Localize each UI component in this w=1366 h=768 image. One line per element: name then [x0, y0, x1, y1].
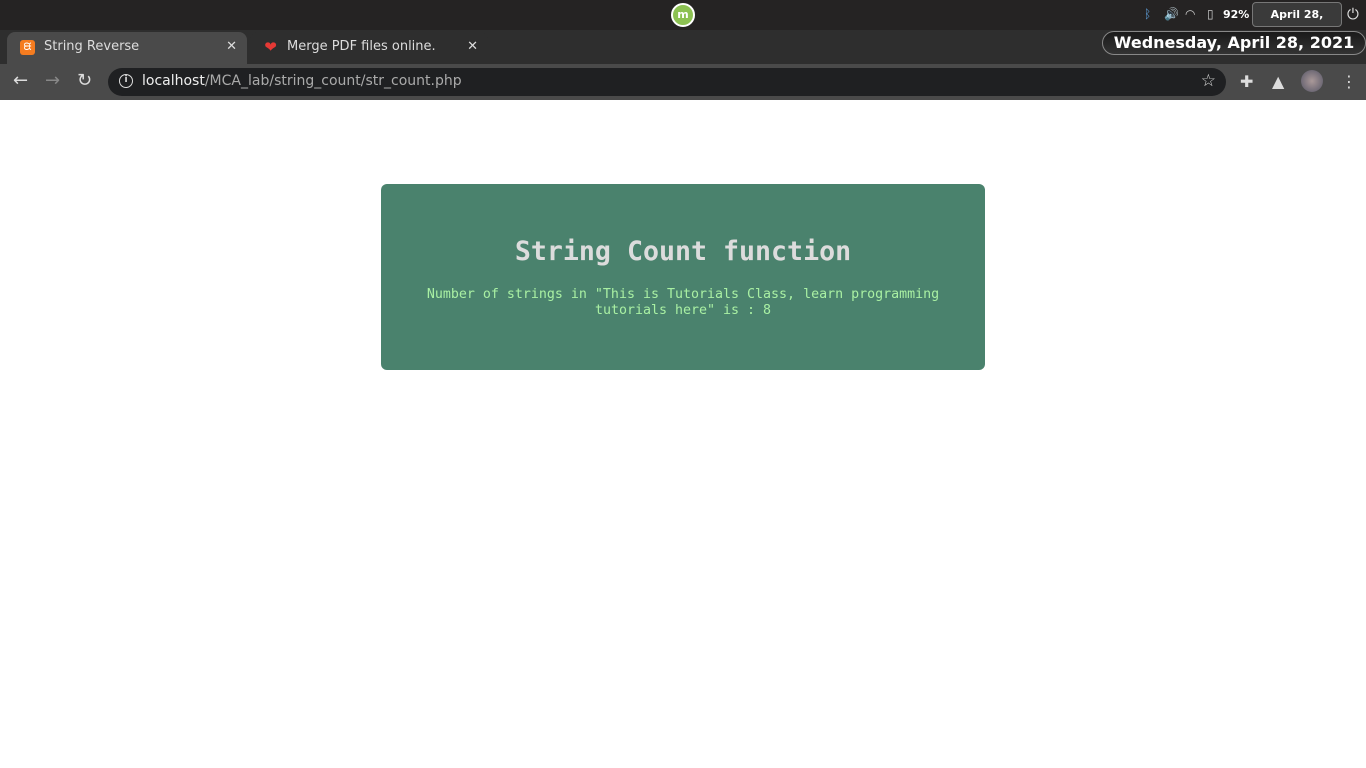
back-icon[interactable]: ← [13, 70, 28, 91]
tab-merge-pdf[interactable]: ❤ Merge PDF files online. ✕ [250, 32, 488, 64]
profile-avatar[interactable] [1301, 70, 1323, 92]
page-title: String Count function [514, 236, 852, 267]
volume-icon[interactable]: 🔊 [1164, 7, 1179, 21]
info-icon[interactable]: i [119, 74, 133, 88]
tab-string-reverse[interactable]: ᙙ String Reverse ✕ [7, 32, 247, 64]
tab-title: Merge PDF files online. [287, 39, 436, 54]
battery-percent: 92% [1223, 8, 1250, 21]
xampp-icon: ᙙ [20, 40, 35, 55]
url-text[interactable]: localhost/MCA_lab/string_count/str_count… [142, 73, 462, 89]
address-bar[interactable]: i localhost/MCA_lab/string_count/str_cou… [108, 68, 1226, 96]
bluetooth-icon[interactable]: ᛒ [1144, 7, 1151, 21]
power-icon[interactable]: ⏻ [1347, 5, 1359, 23]
close-tab-icon[interactable]: ✕ [226, 32, 237, 62]
tab-title: String Reverse [44, 39, 140, 54]
wifi-icon[interactable]: ◠ [1185, 7, 1195, 21]
result-card: String Count function Number of strings … [381, 184, 985, 370]
system-panel: m ᛒ 🔊 ◠ ▯ 92% April 28, 22:45 ⏻ [0, 0, 1366, 44]
date-desklet: Wednesday, April 28, 2021 [1102, 31, 1366, 55]
close-tab-icon[interactable]: ✕ [467, 32, 478, 62]
result-text: Number of strings in "This is Tutorials … [426, 287, 940, 318]
reload-icon[interactable]: ↻ [77, 70, 92, 91]
extensions-icon[interactable]: ✚ [1240, 72, 1253, 91]
battery-icon[interactable]: ▯ [1207, 7, 1214, 21]
menu-kebab-icon[interactable]: ⋮ [1341, 72, 1357, 91]
mint-menu-icon[interactable]: m [671, 3, 695, 27]
forward-icon[interactable]: → [45, 70, 60, 91]
bookmark-star-icon[interactable]: ☆ [1201, 71, 1216, 91]
browser-toolbar: ← → ↻ i localhost/MCA_lab/string_count/s… [0, 64, 1366, 100]
heart-pdf-icon: ❤ [264, 38, 277, 56]
labs-flask-icon[interactable]: ▲ [1272, 72, 1284, 91]
clock[interactable]: April 28, 22:45 [1252, 2, 1342, 44]
